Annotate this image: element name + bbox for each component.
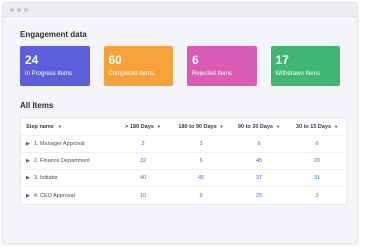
- caret-down-icon: ▼: [334, 124, 339, 129]
- card-label: In Progress Items: [25, 71, 73, 77]
- expand-arrow-icon[interactable]: ▶: [26, 141, 30, 147]
- cell-value[interactable]: 20: [288, 158, 346, 164]
- cell-value[interactable]: 3: [288, 193, 346, 199]
- cell-value[interactable]: 9: [172, 193, 230, 199]
- step-name: 1. Manager Approval: [33, 141, 85, 147]
- window-control-dot[interactable]: [10, 7, 14, 12]
- card-completed[interactable]: 60 Completed Items: [103, 46, 173, 86]
- app-window: Engagement data 24 In Progress Items 60 …: [2, 2, 358, 244]
- caret-down-icon: ▼: [276, 124, 281, 129]
- stat-cards: 24 In Progress Items 60 Completed Items …: [20, 46, 340, 86]
- window-control-dot[interactable]: [17, 7, 21, 12]
- card-label: Withdrawn Items: [275, 71, 321, 77]
- step-name: 2. Finance Department: [33, 158, 90, 164]
- card-label: Rejected Items: [192, 71, 233, 77]
- card-label: Completed Items: [108, 71, 154, 77]
- engagement-title: Engagement data: [20, 30, 87, 39]
- cell-value[interactable]: 3: [172, 141, 230, 147]
- table-header-row: Step name ▼ > 180 Days ▼ 180 to 90 Days …: [21, 118, 346, 136]
- caret-down-icon: ▼: [156, 124, 161, 129]
- cell-value[interactable]: 37: [230, 175, 288, 181]
- column-header-180-plus[interactable]: > 180 Days ▼: [114, 124, 172, 130]
- card-count: 17: [275, 53, 289, 67]
- cell-value[interactable]: 10: [114, 193, 172, 199]
- step-name: 3. Initiator: [33, 175, 59, 181]
- table-row[interactable]: ▶ 1. Manager Approval 3 3 6 6: [21, 136, 346, 153]
- table-row[interactable]: ▶ 4. CEO Approval 10 9 25 3: [21, 187, 346, 204]
- card-count: 60: [108, 53, 122, 67]
- cell-value[interactable]: 45: [230, 158, 288, 164]
- table-row[interactable]: ▶ 2. Finance Department 32 6 45 20: [21, 153, 346, 170]
- column-header-30-15[interactable]: 30 to 15 Days ▼: [288, 124, 346, 130]
- cell-value[interactable]: 6: [172, 158, 230, 164]
- window-titlebar: [3, 3, 357, 17]
- window-control-dot[interactable]: [24, 7, 28, 12]
- main-content: Engagement data 24 In Progress Items 60 …: [3, 17, 357, 205]
- cell-value[interactable]: 25: [230, 193, 288, 199]
- card-in-progress[interactable]: 24 In Progress Items: [20, 46, 90, 86]
- cell-value[interactable]: 3: [114, 141, 172, 147]
- items-table: Step name ▼ > 180 Days ▼ 180 to 90 Days …: [20, 117, 347, 205]
- card-count: 24: [25, 53, 39, 67]
- cell-value[interactable]: 6: [288, 141, 346, 147]
- cell-value[interactable]: 40: [114, 175, 172, 181]
- cell-value[interactable]: 32: [114, 158, 172, 164]
- cell-value[interactable]: 45: [172, 175, 230, 181]
- column-header-90-30[interactable]: 90 to 30 Days ▼: [230, 124, 288, 130]
- caret-down-icon: ▼: [57, 124, 62, 129]
- all-items-title: All Items: [20, 101, 54, 110]
- cell-value[interactable]: 31: [288, 175, 346, 181]
- table-row[interactable]: ▶ 3. Initiator 40 45 37 31: [21, 170, 346, 187]
- card-withdrawn[interactable]: 17 Withdrawn Items: [270, 46, 340, 86]
- step-name: 4. CEO Approval: [33, 192, 75, 199]
- cell-value[interactable]: 6: [230, 141, 288, 147]
- card-rejected[interactable]: 6 Rejected Items: [187, 46, 257, 86]
- expand-arrow-icon[interactable]: ▶: [26, 175, 30, 181]
- expand-arrow-icon[interactable]: ▶: [26, 193, 30, 199]
- card-count: 6: [192, 53, 199, 67]
- column-header-180-90[interactable]: 180 to 90 Days ▼: [172, 124, 230, 130]
- column-header-step-name[interactable]: Step name ▼: [21, 124, 114, 130]
- expand-arrow-icon[interactable]: ▶: [26, 158, 30, 164]
- caret-down-icon: ▼: [219, 124, 224, 129]
